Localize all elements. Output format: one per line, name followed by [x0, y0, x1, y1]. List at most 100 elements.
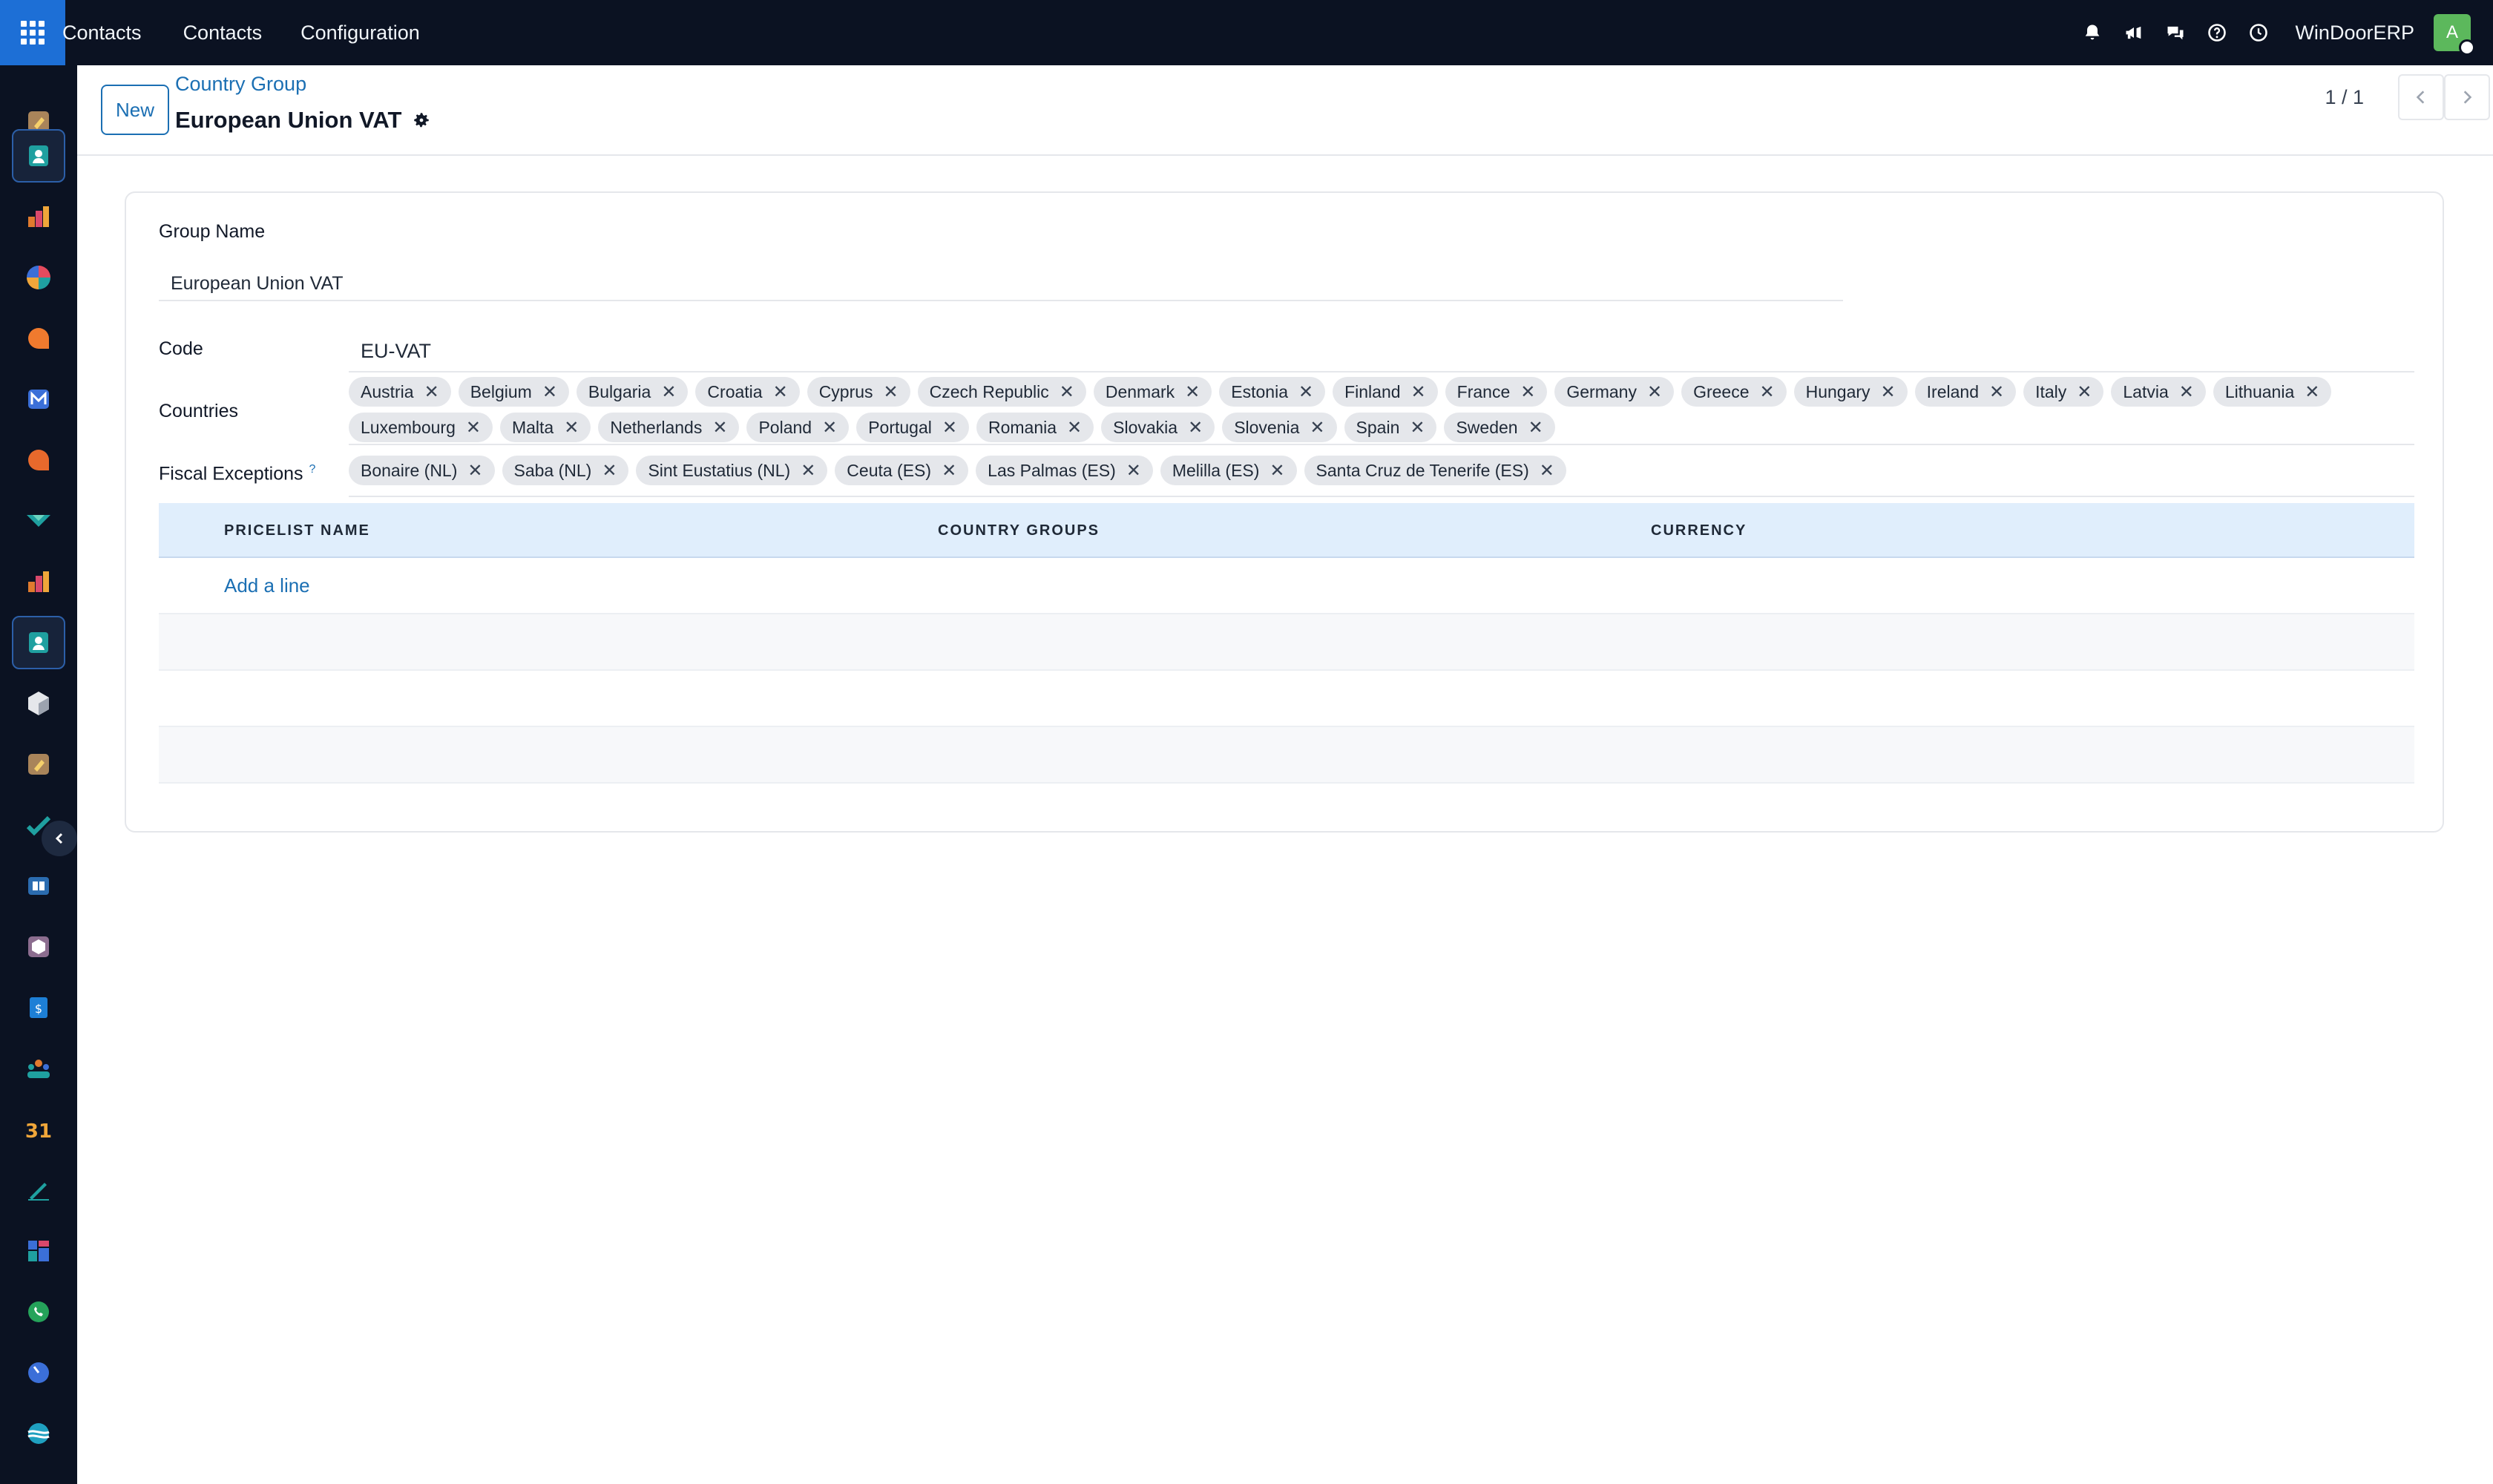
sidebar-app-mail[interactable]	[12, 372, 65, 426]
remove-tag-icon[interactable]: ✕	[1989, 381, 2004, 403]
remove-tag-icon[interactable]: ✕	[712, 417, 727, 439]
menu-contacts[interactable]: Contacts	[183, 22, 263, 45]
user-avatar[interactable]: A	[2434, 14, 2475, 56]
sidebar-app-contacts-2[interactable]	[12, 616, 65, 669]
countries-field[interactable]: Austria ✕ Belgium ✕ Bulgaria ✕ Croatia ✕ Cyprus ✕…	[349, 377, 2414, 445]
group-name-field[interactable]: European Union VAT	[159, 260, 1843, 301]
sidebar-app-helpdesk[interactable]	[12, 494, 65, 548]
fiscal-exceptions-field[interactable]: Bonaire (NL) ✕ Saba (NL) ✕ Sint Eustatius (N…	[349, 456, 2414, 497]
remove-tag-icon[interactable]: ✕	[1411, 381, 1426, 403]
sidebar-app-employees[interactable]	[12, 1042, 65, 1095]
country-tag: Netherlands ✕	[598, 413, 740, 442]
sidebar-app-website[interactable]	[12, 1407, 65, 1460]
sidebar-app-contacts[interactable]	[12, 129, 65, 183]
remove-tag-icon[interactable]: ✕	[942, 460, 956, 482]
remove-tag-icon[interactable]: ✕	[424, 381, 439, 403]
apps-menu-button[interactable]	[0, 0, 65, 65]
add-a-line-link[interactable]: Add a line	[224, 574, 310, 597]
fiscal-exceptions-tags-row: Bonaire (NL) ✕ Saba (NL) ✕ Sint Eustatius (N…	[349, 456, 2414, 485]
sidebar-app-invoicing[interactable]: $	[12, 981, 65, 1034]
new-button[interactable]: New	[101, 85, 169, 135]
remove-tag-icon[interactable]: ✕	[1126, 460, 1141, 482]
pager-previous-button[interactable]	[2398, 74, 2444, 120]
remove-tag-icon[interactable]: ✕	[1298, 381, 1313, 403]
remove-tag-icon[interactable]: ✕	[1540, 460, 1554, 482]
remove-tag-icon[interactable]: ✕	[1520, 381, 1535, 403]
svg-text:31: 31	[25, 1120, 52, 1143]
sidebar-app-livechat[interactable]	[12, 433, 65, 487]
country-tag-label: Estonia	[1231, 381, 1288, 401]
fiscal-exception-tag-label: Saba (NL)	[513, 460, 592, 480]
sidebar-app-timer[interactable]	[12, 1346, 65, 1399]
country-tag-label: Belgium	[470, 381, 532, 401]
remove-tag-icon[interactable]: ✕	[801, 460, 815, 482]
column-header-country-groups[interactable]: COUNTRY GROUPS	[938, 522, 1100, 539]
bar-chart-app-icon	[28, 206, 49, 227]
megaphone-icon[interactable]	[2123, 22, 2145, 44]
sidebar-app-knowledge[interactable]	[12, 859, 65, 913]
remove-tag-icon[interactable]: ✕	[1270, 460, 1284, 482]
country-tag: Hungary ✕	[1793, 377, 1908, 407]
sidebar-app-sign[interactable]	[12, 1163, 65, 1217]
sidebar-app-apps[interactable]	[12, 1224, 65, 1278]
sidebar-app-reporting[interactable]	[12, 555, 65, 608]
bell-icon[interactable]	[2081, 22, 2103, 44]
country-tag-label: Ireland	[1926, 381, 1979, 401]
app-title[interactable]: Contacts	[62, 22, 142, 45]
help-icon[interactable]	[2206, 22, 2228, 44]
remove-tag-icon[interactable]: ✕	[1185, 381, 1200, 403]
remove-tag-icon[interactable]: ✕	[2077, 381, 2092, 403]
remove-tag-icon[interactable]: ✕	[822, 417, 837, 439]
remove-tag-icon[interactable]: ✕	[542, 381, 557, 403]
country-tag-label: Greece	[1693, 381, 1750, 401]
gear-icon[interactable]	[412, 111, 431, 130]
remove-tag-icon[interactable]: ✕	[1410, 417, 1425, 439]
remove-tag-icon[interactable]: ✕	[1060, 381, 1074, 403]
sidebar-app-barcode[interactable]	[12, 920, 65, 974]
remove-tag-icon[interactable]: ✕	[1760, 381, 1775, 403]
breadcrumb-country-group[interactable]: Country Group	[175, 73, 306, 96]
company-switcher[interactable]: WinDoorERP	[2295, 22, 2414, 45]
country-tag: Greece ✕	[1681, 377, 1787, 407]
code-field[interactable]: EU-VAT	[349, 331, 2414, 372]
table-header: PRICELIST NAME COUNTRY GROUPS CURRENCY	[159, 503, 2414, 558]
remove-tag-icon[interactable]: ✕	[1528, 417, 1543, 439]
pager-next-button[interactable]	[2444, 74, 2490, 120]
help-tooltip-icon[interactable]: ?	[309, 463, 316, 476]
country-tag: Austria ✕	[349, 377, 451, 407]
reporting-app-icon	[28, 571, 49, 592]
remove-tag-icon[interactable]: ✕	[1310, 417, 1324, 439]
remove-tag-icon[interactable]: ✕	[884, 381, 899, 403]
remove-tag-icon[interactable]: ✕	[661, 381, 676, 403]
column-header-pricelist-name[interactable]: PRICELIST NAME	[224, 522, 370, 539]
remove-tag-icon[interactable]: ✕	[773, 381, 788, 403]
remove-tag-icon[interactable]: ✕	[1188, 417, 1203, 439]
remove-tag-icon[interactable]: ✕	[942, 417, 957, 439]
country-tag-label: Bulgaria	[588, 381, 651, 401]
countries-label: Countries	[159, 401, 238, 421]
remove-tag-icon[interactable]: ✕	[1647, 381, 1662, 403]
remove-tag-icon[interactable]: ✕	[466, 417, 481, 439]
sidebar-collapse-button[interactable]	[42, 821, 77, 856]
remove-tag-icon[interactable]: ✕	[2305, 381, 2319, 403]
sidebar-app-discuss[interactable]	[12, 312, 65, 365]
remove-tag-icon[interactable]: ✕	[602, 460, 617, 482]
country-tag: Latvia ✕	[2111, 377, 2206, 407]
remove-tag-icon[interactable]: ✕	[564, 417, 579, 439]
column-header-currency[interactable]: CURRENCY	[1651, 522, 1747, 539]
sidebar-app-pie[interactable]	[12, 251, 65, 304]
remove-tag-icon[interactable]: ✕	[1881, 381, 1896, 403]
menu-configuration[interactable]: Configuration	[300, 22, 420, 45]
chat-icon[interactable]	[2164, 22, 2187, 44]
remove-tag-icon[interactable]: ✕	[2179, 381, 2194, 403]
sidebar-app-inventory[interactable]	[12, 677, 65, 730]
remove-tag-icon[interactable]: ✕	[467, 460, 482, 482]
remove-tag-icon[interactable]: ✕	[1067, 417, 1082, 439]
clock-icon[interactable]	[2247, 22, 2270, 44]
sidebar-app-whatsapp[interactable]	[12, 1285, 65, 1339]
sidebar-app-settings[interactable]	[12, 738, 65, 791]
sidebar-app-sales[interactable]	[12, 190, 65, 243]
sidebar-app-calendar[interactable]: 31	[12, 1103, 65, 1156]
country-tag-label: Italy	[2035, 381, 2067, 401]
pager-value[interactable]: 1 / 1	[2325, 86, 2364, 109]
